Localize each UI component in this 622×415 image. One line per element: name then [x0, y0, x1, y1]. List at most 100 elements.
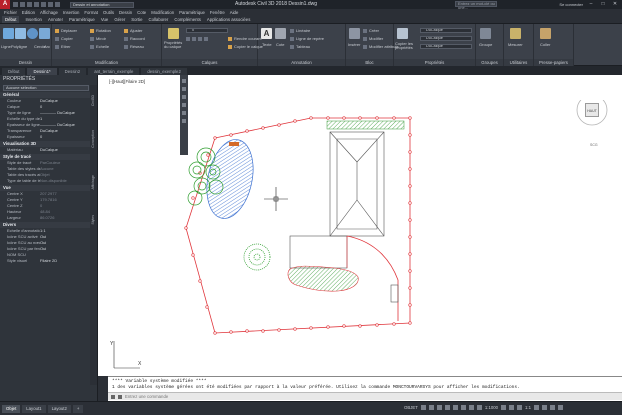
property-value[interactable]: 0 [40, 134, 97, 140]
polar-icon[interactable] [444, 405, 450, 410]
move-icon[interactable] [55, 29, 59, 33]
wcs-menu[interactable]: SCG [590, 143, 598, 147]
ribbon-group-title[interactable]: Bloc [346, 59, 393, 66]
scale-icon[interactable] [90, 45, 94, 49]
tab-gerer[interactable]: Gérer [114, 17, 125, 22]
layer-properties-label[interactable]: Propriétés du calque [164, 41, 184, 49]
copy-layer-icon[interactable] [228, 45, 232, 49]
text-label[interactable]: Texte [262, 42, 272, 47]
tab-parametrique[interactable]: Paramétrique [69, 17, 95, 22]
measure-label[interactable]: Mesurer [508, 42, 523, 47]
doc-tab[interactable]: Début [2, 68, 26, 75]
doc-tab[interactable]: Dessin2 [58, 68, 87, 75]
osnap-icon[interactable] [452, 405, 458, 410]
selection-dropdown[interactable]: Aucune sélection [3, 85, 89, 91]
workspace-select[interactable]: Dessin et annotation [70, 1, 134, 8]
table-label[interactable]: Tableau [296, 44, 310, 49]
property-row[interactable]: Epaisseur 0 [0, 134, 97, 140]
menu-item[interactable]: Format [84, 10, 98, 15]
menu-item[interactable]: Fichier [4, 10, 17, 15]
layout-tab[interactable]: Layout1 [22, 404, 46, 413]
property-row[interactable]: Type de table de tra...Non-disponible [0, 178, 97, 184]
property-row[interactable]: Matériau DuCalque [0, 147, 97, 153]
drawing-canvas[interactable]: [-][Haut][Filaire 2D] Y X HAUT SCG [98, 75, 622, 376]
annotation-scale[interactable]: 1:1000 [485, 405, 498, 410]
signin-link[interactable]: Se connecter [559, 2, 583, 7]
save-icon[interactable] [27, 2, 32, 7]
make-current-icon[interactable] [228, 37, 232, 41]
hardware-acceleration-icon[interactable] [542, 405, 547, 410]
side-tab[interactable]: Affichage [91, 175, 96, 190]
command-input[interactable]: Entrez une commande [108, 392, 622, 400]
array-label[interactable]: Réseau [130, 44, 144, 49]
side-tab[interactable]: Styles [91, 215, 96, 225]
match-properties-icon[interactable] [397, 28, 408, 39]
customize-icon[interactable] [558, 405, 563, 410]
edit-block-icon[interactable] [363, 37, 367, 41]
small-structure[interactable] [390, 284, 399, 303]
copy-label[interactable]: Copier [61, 36, 73, 41]
tool-icon[interactable] [182, 87, 186, 91]
plus-icon[interactable] [517, 405, 523, 410]
viewcube-top-face[interactable]: HAUT [585, 103, 599, 117]
maximize-icon[interactable]: □ [599, 1, 607, 7]
rotate-icon[interactable] [90, 29, 94, 33]
layer-tool-icon[interactable] [198, 37, 202, 41]
trim-icon[interactable] [124, 29, 128, 33]
arc-icon[interactable] [39, 28, 50, 39]
measure-icon[interactable] [510, 28, 521, 39]
table-icon[interactable] [290, 45, 294, 49]
property-value[interactable]: Filaire 2D [40, 258, 97, 264]
zoom-level[interactable]: 1:1 [525, 405, 531, 410]
search-icon[interactable] [118, 394, 122, 399]
menu-item[interactable]: Aide [230, 10, 239, 15]
edit-attributes-icon[interactable] [363, 45, 367, 49]
search-input[interactable]: Entrez un mot-clé ou une... [455, 1, 497, 10]
ribbon-group-title[interactable]: Propriétés [394, 59, 475, 66]
selection-cycling-icon[interactable] [476, 405, 482, 410]
lineweight-icon[interactable] [460, 405, 466, 410]
menu-item[interactable]: Affichage [40, 10, 58, 15]
grid-icon[interactable] [420, 405, 426, 410]
layout-tab[interactable]: Layout2 [47, 404, 71, 413]
copy-icon[interactable] [55, 37, 59, 41]
clean-screen-icon[interactable] [550, 405, 555, 410]
app-menu-button[interactable]: A [0, 0, 10, 9]
tab-collaborer[interactable]: Collaborer [149, 17, 169, 22]
tab-insertion[interactable]: Insertion [25, 17, 41, 22]
trim-label[interactable]: Ajuster [130, 28, 142, 33]
doc-tab-active[interactable]: Dessin1* [27, 68, 57, 75]
stretch-icon[interactable] [55, 45, 59, 49]
annotation-visibility-icon[interactable] [501, 405, 507, 410]
menu-item[interactable]: Paramétrique [179, 10, 205, 15]
leader-label[interactable]: Ligne de repère [296, 36, 324, 41]
linetype-combo[interactable]: DuCalque [420, 36, 472, 41]
tab-debut[interactable]: Début [2, 16, 20, 23]
gear-icon[interactable] [509, 405, 515, 410]
layer-tool-icon[interactable] [186, 37, 190, 41]
layer-tool-icon[interactable] [192, 37, 196, 41]
menu-item[interactable]: Dessin [119, 10, 132, 15]
tab-sortie[interactable]: Sortie [131, 17, 142, 22]
property-row[interactable]: Style visuel Filaire 2D [0, 258, 97, 264]
ortho-icon[interactable] [436, 405, 442, 410]
add-layout-button[interactable]: + [72, 404, 84, 413]
side-tab[interactable]: Conception [91, 130, 96, 148]
create-block-icon[interactable] [363, 29, 367, 33]
side-tab[interactable]: Civil3D [91, 95, 96, 106]
ribbon-group-title[interactable]: Dessin [0, 59, 51, 66]
layer-tool-icon[interactable] [204, 37, 208, 41]
open-file-icon[interactable] [20, 2, 25, 7]
ribbon-group-title[interactable]: Annotation [258, 59, 345, 66]
doc-tab[interactable]: ant_terrain_exemple [88, 68, 140, 75]
text-icon[interactable]: A [261, 28, 272, 39]
property-boundary[interactable] [184, 116, 412, 335]
tool-icon[interactable] [182, 111, 186, 115]
dimension-label[interactable]: Cote [276, 42, 284, 47]
mirror-icon[interactable] [90, 37, 94, 41]
ribbon-group-title[interactable]: Presse-papiers [534, 59, 573, 66]
print-icon[interactable] [41, 2, 46, 7]
rotate-label[interactable]: Rotation [96, 28, 111, 33]
menu-item[interactable]: Edition [22, 10, 35, 15]
transparency-icon[interactable] [468, 405, 474, 410]
